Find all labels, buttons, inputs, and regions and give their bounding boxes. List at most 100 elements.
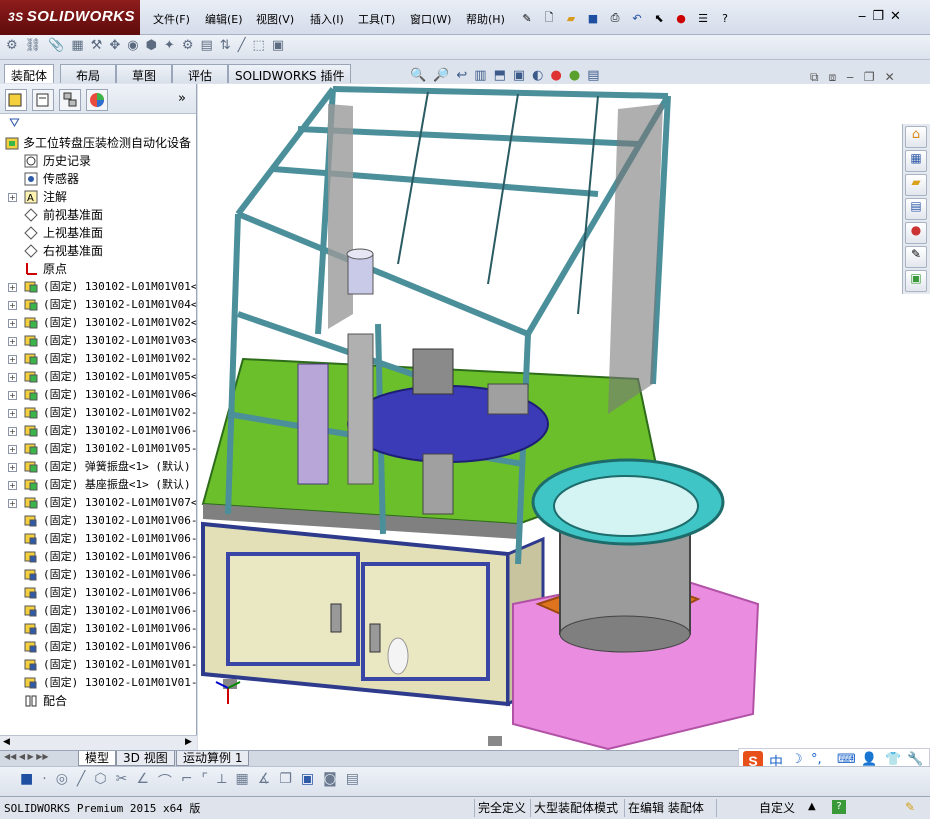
reference-geometry-icon[interactable]: ✦ bbox=[164, 38, 175, 53]
box-icon[interactable]: ❐ bbox=[279, 771, 292, 791]
custom-properties-icon[interactable]: ✎ bbox=[905, 246, 927, 268]
save-toolbar-icon[interactable]: ■ bbox=[20, 771, 33, 791]
tab-model[interactable]: 模型 bbox=[78, 751, 117, 766]
menu-item[interactable]: 视图(V) bbox=[256, 11, 294, 27]
help-status-icon[interactable]: ? bbox=[832, 800, 846, 814]
instant3d-icon[interactable]: ⬚ bbox=[253, 38, 265, 53]
tab-motion-study[interactable]: 运动算例 1 bbox=[176, 751, 250, 766]
relation-icon[interactable]: ∡ bbox=[258, 771, 271, 791]
keyboard-icon[interactable]: ⌨ bbox=[837, 752, 856, 767]
close-icon[interactable]: ✕ bbox=[890, 9, 901, 24]
menu-item[interactable]: 窗口(W) bbox=[410, 11, 451, 27]
dimension-icon[interactable]: ⟂ bbox=[217, 771, 226, 791]
solidworks-resources-icon[interactable]: ⌂ bbox=[905, 126, 927, 148]
print-icon[interactable]: ⎙ bbox=[606, 9, 624, 27]
offset-icon[interactable]: ⌜ bbox=[202, 771, 209, 791]
menu-item[interactable]: 编辑(E) bbox=[205, 11, 243, 27]
viewport-close-icon[interactable]: ✕ bbox=[885, 70, 895, 85]
display-style-icon[interactable]: ▣ bbox=[513, 68, 525, 90]
convert-icon[interactable]: ⌐ bbox=[181, 771, 193, 791]
update-icon[interactable]: ▣ bbox=[272, 38, 284, 53]
forum-icon[interactable]: ▣ bbox=[905, 270, 927, 292]
tab-addins[interactable]: SOLIDWORKS 插件 bbox=[228, 64, 352, 83]
units-status[interactable]: 自定义 bbox=[756, 799, 798, 817]
tab-3d-views[interactable]: 3D 视图 bbox=[116, 751, 175, 766]
expand-icon[interactable]: + bbox=[8, 301, 17, 310]
expand-icon[interactable]: + bbox=[8, 427, 17, 436]
expand-icon[interactable]: + bbox=[8, 319, 17, 328]
angle-icon[interactable]: ∠ bbox=[136, 771, 149, 791]
camera-icon[interactable]: ◙ bbox=[323, 771, 337, 791]
tag-icon[interactable]: ✎ bbox=[905, 800, 915, 814]
expand-icon[interactable]: + bbox=[8, 463, 17, 472]
minimize-icon[interactable]: ‒ bbox=[858, 9, 866, 24]
open-icon[interactable]: ▰ bbox=[562, 9, 580, 27]
expand-arrow-icon[interactable]: » bbox=[178, 91, 186, 106]
viewport-minimize-icon[interactable]: ‒ bbox=[846, 70, 854, 85]
graphics-area[interactable] bbox=[198, 84, 930, 750]
help-icon[interactable]: ? bbox=[716, 9, 734, 27]
zoom-to-fit-icon[interactable]: 🔍 bbox=[410, 68, 426, 90]
undo-icon[interactable]: ↶ bbox=[628, 9, 646, 27]
explode-line-icon[interactable]: ╱ bbox=[238, 38, 246, 53]
line-icon[interactable]: ╱ bbox=[77, 771, 85, 791]
trim-icon[interactable]: ✂ bbox=[116, 771, 128, 791]
menu-item[interactable]: 工具(T) bbox=[358, 11, 395, 27]
tab-assembly[interactable]: 装配体 bbox=[4, 64, 55, 83]
expand-icon[interactable]: + bbox=[8, 391, 17, 400]
expand-icon[interactable]: + bbox=[8, 283, 17, 292]
viewport-split-icon[interactable]: ⧈ bbox=[829, 70, 837, 85]
new-document-icon[interactable]: 🗋 bbox=[540, 9, 558, 27]
expand-icon[interactable]: + bbox=[8, 409, 17, 418]
shaded-view-icon[interactable]: ▣ bbox=[301, 771, 314, 791]
polygon-icon[interactable]: ⬡ bbox=[94, 771, 106, 791]
appearance-manager-tab[interactable] bbox=[86, 89, 108, 111]
view-settings-icon[interactable]: ▤ bbox=[587, 68, 599, 90]
tab-scroll-arrows-icon[interactable]: ◀◀ ◀ ▶ ▶▶ bbox=[4, 752, 49, 761]
tools-icon[interactable]: 🔧 bbox=[907, 752, 923, 767]
expand-icon[interactable]: + bbox=[8, 373, 17, 382]
appearances-scenes-icon[interactable]: ● bbox=[905, 222, 927, 244]
viewport-tile-icon[interactable]: ⧉ bbox=[810, 70, 819, 85]
user-icon[interactable]: 👤 bbox=[861, 752, 877, 767]
half-width-icon[interactable]: ☽ bbox=[791, 752, 803, 767]
previous-view-icon[interactable]: ↩ bbox=[456, 68, 467, 90]
units-dropdown-icon[interactable]: ▲ bbox=[808, 801, 816, 812]
edit-appearance-icon[interactable]: ● bbox=[551, 68, 562, 90]
viewport-restore-icon[interactable]: ❐ bbox=[864, 70, 875, 85]
bill-of-materials-icon[interactable]: ▤ bbox=[200, 38, 212, 53]
exploded-view-icon[interactable]: ⇅ bbox=[220, 38, 231, 53]
zoom-to-area-icon[interactable]: 🔎 bbox=[433, 68, 449, 90]
insert-component-icon[interactable]: ⚙ bbox=[6, 38, 18, 53]
skin-icon[interactable]: 👕 bbox=[885, 752, 901, 767]
table-icon[interactable]: ▤ bbox=[346, 771, 359, 791]
expand-icon[interactable]: + bbox=[8, 337, 17, 346]
scene-icon[interactable]: ● bbox=[569, 68, 580, 90]
scroll-left-icon[interactable]: ◀ bbox=[3, 737, 10, 747]
menu-item[interactable]: 插入(I) bbox=[310, 11, 344, 27]
move-component-icon[interactable]: ✥ bbox=[109, 38, 120, 53]
options-icon[interactable]: ☰ bbox=[694, 9, 712, 27]
tab-evaluate[interactable]: 评估 bbox=[172, 64, 228, 83]
save-icon[interactable]: ■ bbox=[584, 9, 602, 27]
file-explorer-icon[interactable]: ▰ bbox=[905, 174, 927, 196]
view-palette-icon[interactable]: ▤ bbox=[905, 198, 927, 220]
dot-icon[interactable]: · bbox=[42, 771, 46, 791]
configuration-manager-tab[interactable] bbox=[59, 89, 81, 111]
scroll-right-icon[interactable]: ▶ bbox=[185, 737, 192, 747]
traffic-light-icon[interactable]: ● bbox=[672, 9, 690, 27]
sketch-fillet-icon[interactable]: ⌒ bbox=[158, 771, 172, 791]
menu-item[interactable]: 文件(F) bbox=[153, 11, 190, 27]
view-orientation-icon[interactable]: ⬒ bbox=[494, 68, 506, 90]
section-view-icon[interactable]: ▥ bbox=[474, 68, 486, 90]
expand-icon[interactable]: + bbox=[8, 481, 17, 490]
paperclip-icon[interactable]: 📎 bbox=[48, 38, 64, 53]
feature-manager-tab[interactable] bbox=[5, 89, 27, 111]
pin-icon[interactable]: ✎ bbox=[518, 9, 536, 27]
assembly-features-icon[interactable]: ⬢ bbox=[146, 38, 157, 53]
tree-horizontal-scrollbar[interactable]: ◀ ▶ bbox=[0, 735, 197, 750]
circle-icon[interactable]: ◎ bbox=[56, 771, 68, 791]
punctuation-icon[interactable]: °, bbox=[811, 752, 822, 767]
expand-icon[interactable]: + bbox=[8, 445, 17, 454]
component-pattern-icon[interactable]: ▦ bbox=[71, 38, 83, 53]
